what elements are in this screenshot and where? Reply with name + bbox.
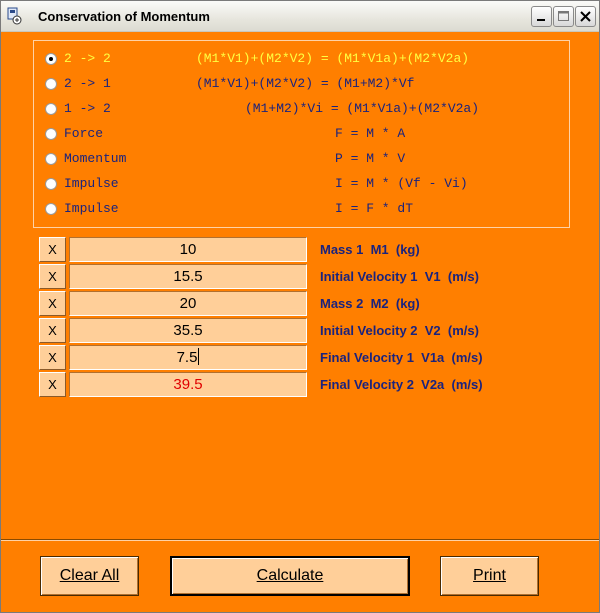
- formula-equation: (M1*V1)+(M2*V2) = (M1*V1a)+(M2*V2a): [196, 51, 470, 66]
- formula-equation: F = M * A: [335, 126, 406, 141]
- input-row-mass-1: X 10 Mass 1 M1 (kg): [39, 237, 579, 263]
- minimize-button[interactable]: [531, 6, 552, 27]
- app-window: Conservation of Momentum 2 -> 2 (M1*V1)+…: [0, 0, 600, 613]
- clear-all-button[interactable]: Clear All: [40, 556, 139, 596]
- formula-option-impulse-velocity[interactable]: Impulse I = M * (Vf - Vi): [45, 173, 565, 195]
- radio-button[interactable]: [45, 128, 57, 140]
- radio-button[interactable]: [45, 153, 57, 165]
- clear-field-button[interactable]: X: [39, 318, 66, 343]
- field-value: 7.5: [176, 349, 198, 366]
- formula-equation: I = F * dT: [335, 201, 414, 216]
- field-label: Initial Velocity 2 V2 (m/s): [320, 323, 479, 338]
- formula-equation: P = M * V: [335, 151, 406, 166]
- field-label: Final Velocity 1 V1a (m/s): [320, 350, 483, 365]
- maximize-icon: [558, 11, 569, 21]
- clear-field-button[interactable]: X: [39, 291, 66, 316]
- radio-button[interactable]: [45, 103, 57, 115]
- divider-highlight: [1, 540, 599, 541]
- input-row-mass-2: X 20 Mass 2 M2 (kg): [39, 291, 579, 317]
- formula-equation: (M1+M2)*Vi = (M1*V1a)+(M2*V2a): [245, 101, 480, 116]
- initial-velocity-1-input[interactable]: 15.5: [69, 264, 307, 289]
- formula-option-force[interactable]: Force F = M * A: [45, 123, 565, 145]
- formula-label: Impulse: [64, 176, 119, 191]
- title-bar[interactable]: Conservation of Momentum: [1, 1, 599, 32]
- input-row-final-velocity-1: X 7.5 Final Velocity 1 V1a (m/s): [39, 345, 579, 371]
- field-label: Mass 1 M1 (kg): [320, 242, 420, 257]
- formula-option-momentum[interactable]: Momentum P = M * V: [45, 148, 565, 170]
- mass-2-input[interactable]: 20: [69, 291, 307, 316]
- field-label: Mass 2 M2 (kg): [320, 296, 420, 311]
- window-title: Conservation of Momentum: [38, 9, 210, 24]
- field-label: Final Velocity 2 V2a (m/s): [320, 377, 483, 392]
- formula-label: 1 -> 2: [64, 101, 111, 116]
- input-row-initial-velocity-2: X 35.5 Initial Velocity 2 V2 (m/s): [39, 318, 579, 344]
- clear-field-button[interactable]: X: [39, 372, 66, 397]
- maximize-button[interactable]: [553, 6, 574, 27]
- formula-label: Force: [64, 126, 104, 141]
- final-velocity-2-result[interactable]: 39.5: [69, 372, 307, 397]
- calculator-icon: [6, 7, 24, 25]
- radio-button[interactable]: [45, 203, 57, 215]
- formula-label: Momentum: [64, 151, 127, 166]
- formula-label: 2 -> 2: [64, 51, 111, 66]
- field-label: Initial Velocity 1 V1 (m/s): [320, 269, 479, 284]
- input-row-initial-velocity-1: X 15.5 Initial Velocity 1 V1 (m/s): [39, 264, 579, 290]
- calculate-button[interactable]: Calculate: [170, 556, 410, 596]
- formula-label: Impulse: [64, 201, 119, 216]
- formula-option-2-to-1[interactable]: 2 -> 1 (M1*V1)+(M2*V2) = (M1+M2)*Vf: [45, 73, 565, 95]
- mass-1-input[interactable]: 10: [69, 237, 307, 262]
- final-velocity-1-input[interactable]: 7.5: [69, 345, 307, 370]
- text-cursor: [198, 348, 200, 365]
- formula-option-2-to-2[interactable]: 2 -> 2 (M1*V1)+(M2*V2) = (M1*V1a)+(M2*V2…: [45, 48, 565, 70]
- formula-option-impulse-force[interactable]: Impulse I = F * dT: [45, 198, 565, 220]
- close-button[interactable]: [575, 6, 596, 27]
- formula-option-1-to-2[interactable]: 1 -> 2 (M1+M2)*Vi = (M1*V1a)+(M2*V2a): [45, 98, 565, 120]
- formula-equation: (M1*V1)+(M2*V2) = (M1+M2)*Vf: [196, 76, 415, 91]
- print-button[interactable]: Print: [440, 556, 539, 596]
- radio-button[interactable]: [45, 78, 57, 90]
- radio-button-selected[interactable]: [45, 53, 57, 65]
- minimize-icon: [537, 19, 545, 21]
- radio-button[interactable]: [45, 178, 57, 190]
- initial-velocity-2-input[interactable]: 35.5: [69, 318, 307, 343]
- clear-field-button[interactable]: X: [39, 264, 66, 289]
- clear-field-button[interactable]: X: [39, 345, 66, 370]
- input-row-final-velocity-2: X 39.5 Final Velocity 2 V2a (m/s): [39, 372, 579, 398]
- formula-equation: I = M * (Vf - Vi): [335, 176, 468, 191]
- clear-field-button[interactable]: X: [39, 237, 66, 262]
- formula-label: 2 -> 1: [64, 76, 111, 91]
- close-icon: [580, 11, 591, 22]
